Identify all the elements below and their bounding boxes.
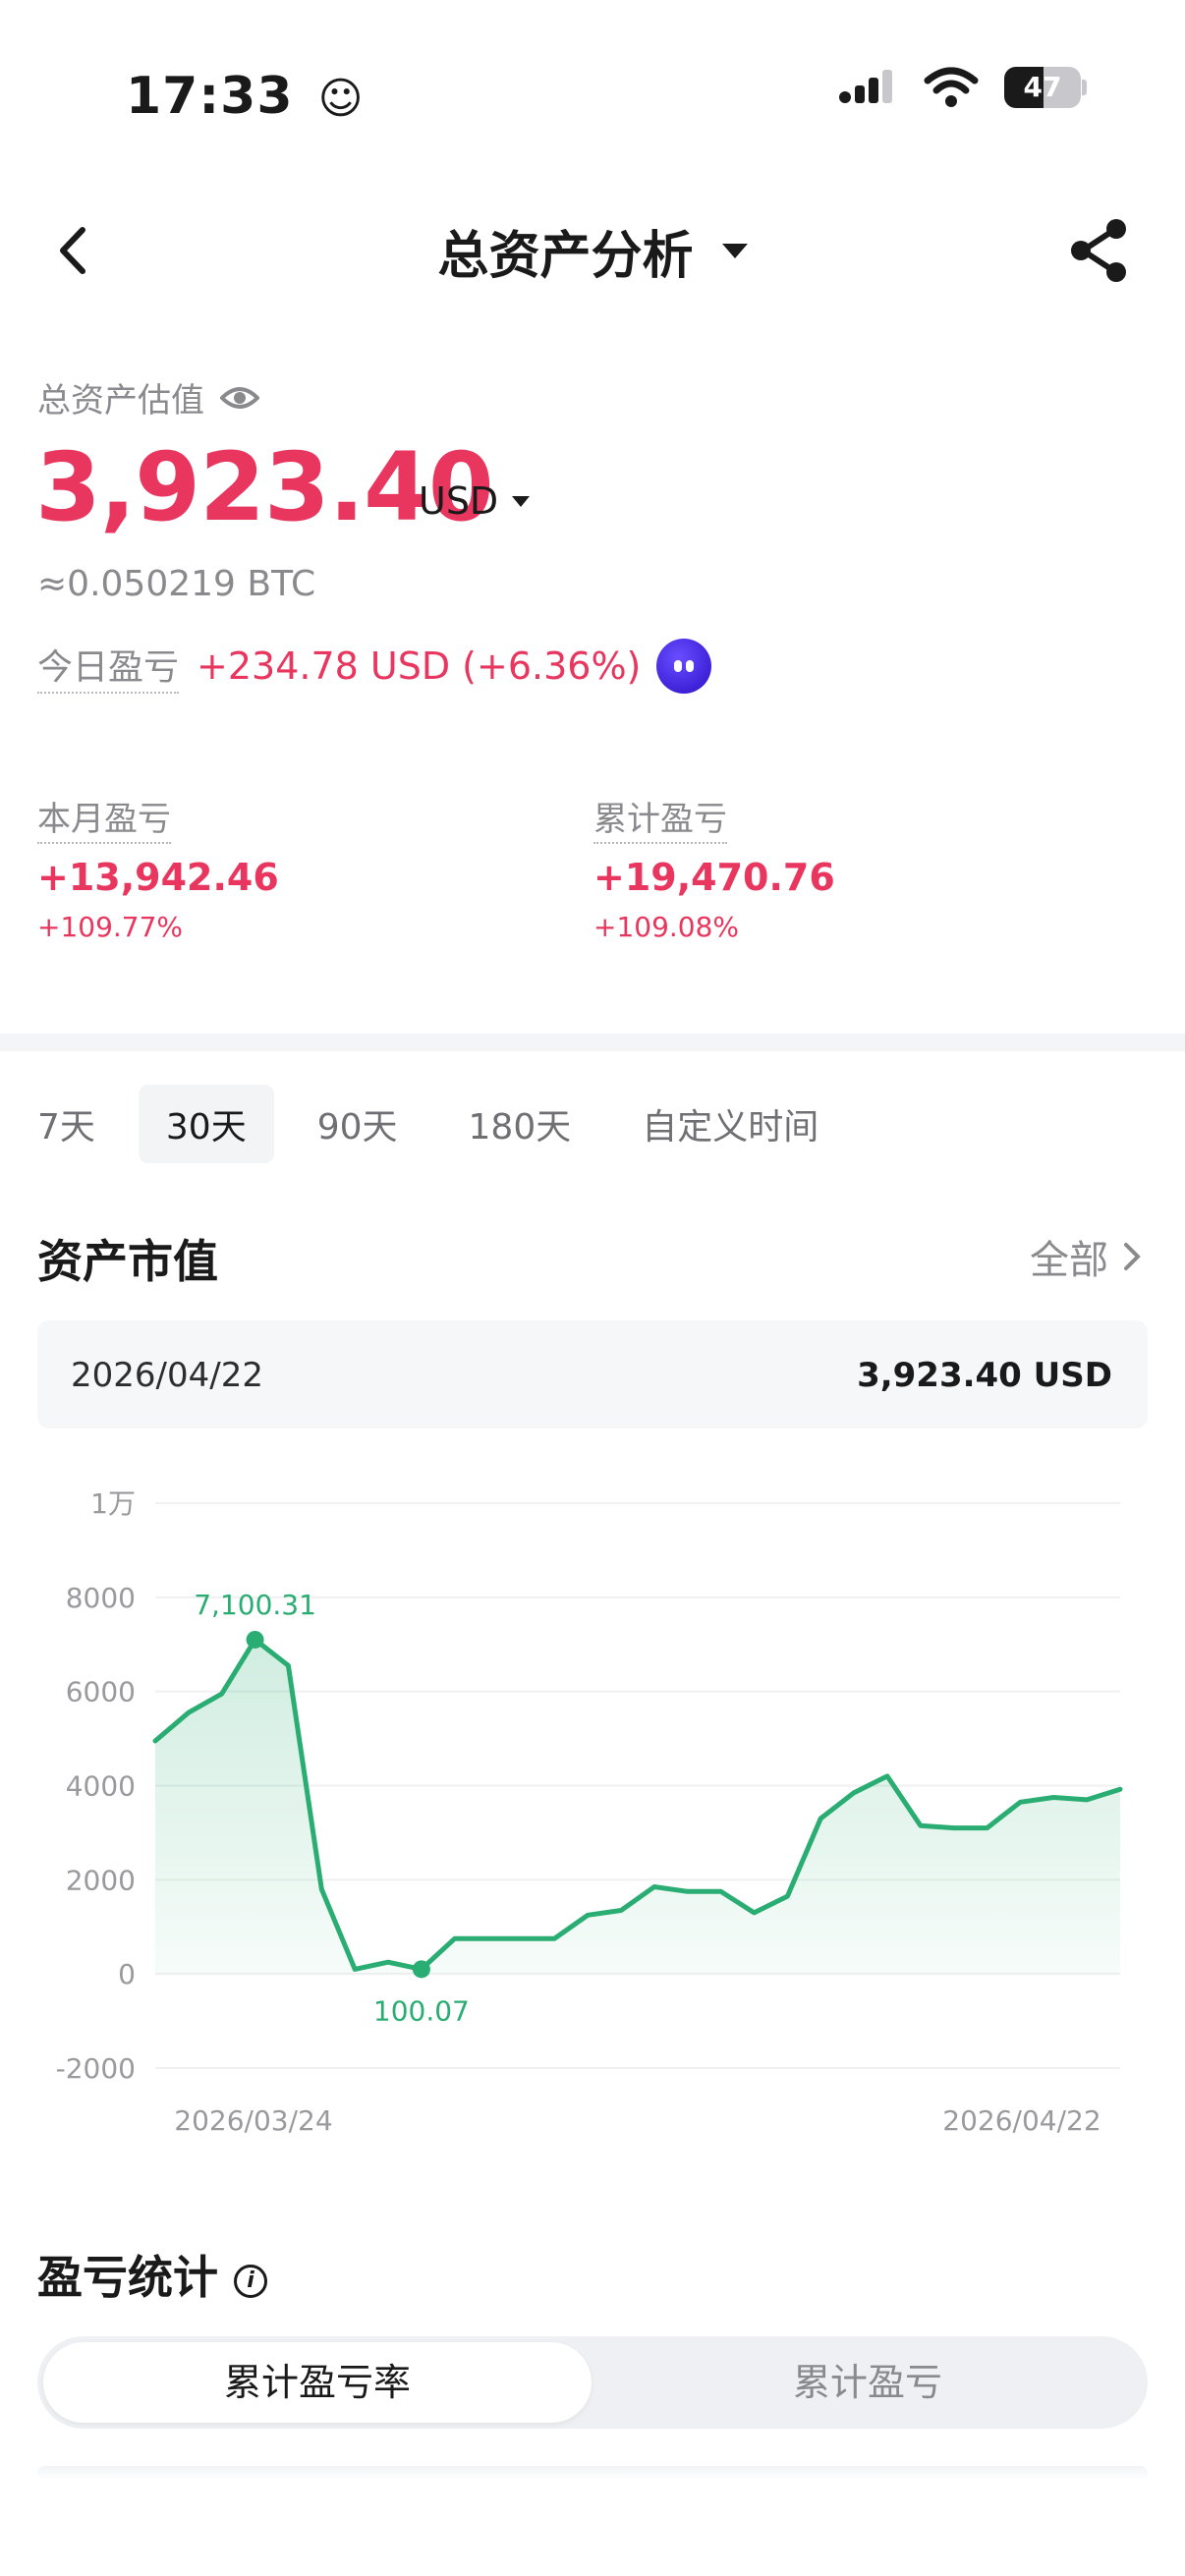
share-icon[interactable] [1065, 216, 1134, 285]
tab-cumulative-amount[interactable]: 累计盈亏 [593, 2342, 1142, 2423]
currency-selector[interactable]: USD [419, 479, 531, 523]
y-tick-label: 0 [118, 1958, 136, 1990]
y-tick-label: 2000 [66, 1864, 136, 1896]
total-pnl-pct: +109.08% [593, 911, 740, 943]
month-pnl: 本月盈亏 +13,942.46 +109.77% [37, 792, 279, 943]
title-dropdown[interactable]: 总资产分析 [0, 214, 1185, 288]
tab-90d[interactable]: 90天 [290, 1085, 425, 1163]
total-pnl: 累计盈亏 +19,470.76 +109.08% [593, 792, 835, 943]
chart-area [155, 1639, 1120, 1975]
tab-custom[interactable]: 自定义时间 [614, 1085, 846, 1163]
x-axis-end-label: 2026/04/22 [942, 2104, 1100, 2137]
tab-30d[interactable]: 30天 [138, 1085, 274, 1163]
max-point-label: 7,100.31 [194, 1589, 316, 1621]
mascot-face-icon[interactable] [656, 639, 712, 694]
tab-cumulative-rate[interactable]: 累计盈亏率 [43, 2342, 592, 2423]
info-icon[interactable]: i [234, 2264, 267, 2298]
tab-180d[interactable]: 180天 [441, 1085, 599, 1163]
page-title: 总资产分析 [437, 227, 694, 286]
y-tick-label: 1万 [90, 1487, 136, 1520]
cellular-signal-icon [839, 70, 892, 103]
caret-down-icon [512, 495, 531, 507]
x-axis-start-label: 2026/03/24 [174, 2104, 332, 2137]
asset-section-title: 资产市值 [37, 1235, 218, 1288]
min-point-label: 100.07 [373, 1994, 470, 2027]
today-pnl: 今日盈亏 +234.78 USD (+6.36%) [37, 639, 712, 694]
tab-7d[interactable]: 7天 [10, 1085, 123, 1163]
status-icons: 47 [837, 67, 1087, 108]
btc-equivalent: ≈0.050219 BTC [37, 564, 316, 604]
section-divider [0, 1034, 1185, 1051]
month-pnl-label[interactable]: 本月盈亏 [37, 792, 171, 844]
y-tick-label: 4000 [66, 1770, 136, 1803]
total-pnl-label[interactable]: 累计盈亏 [593, 792, 727, 844]
asset-value-chart[interactable]: 1万80006000400020000-2000 7,100.31100.07 … [0, 1454, 1185, 2161]
smiley-icon: ☺ [317, 74, 365, 124]
y-tick-label: 8000 [66, 1582, 136, 1614]
all-assets-link[interactable]: 全部 [1030, 1228, 1142, 1285]
wifi-icon [924, 67, 979, 107]
status-time: 17:33 ☺ [126, 67, 365, 126]
total-pnl-value: +19,470.76 [593, 856, 835, 899]
battery-icon: 47 [1004, 67, 1087, 108]
chart-tooltip-row: 2026/04/22 3,923.40 USD [37, 1320, 1148, 1428]
estimate-label: 总资产估值 [37, 373, 259, 421]
pnl-section-title: 盈亏统计 i [37, 2242, 267, 2307]
battery-level: 47 [1023, 71, 1062, 103]
max-point-marker [246, 1630, 264, 1649]
month-pnl-pct: +109.77% [37, 911, 184, 943]
selected-value: 3,923.40 USD [857, 1356, 1112, 1395]
caret-down-icon [721, 244, 748, 258]
today-pnl-value: +234.78 USD (+6.36%) [197, 644, 642, 688]
nav-bar: 总资产分析 [0, 196, 1185, 305]
chevron-right-icon [1124, 1243, 1141, 1270]
eye-icon[interactable] [220, 384, 259, 412]
month-pnl-value: +13,942.46 [37, 856, 279, 899]
range-tabs: 7天 30天 90天 180天 自定义时间 [37, 1085, 846, 1163]
min-point-marker [412, 1960, 430, 1979]
y-tick-label: 6000 [66, 1676, 136, 1708]
status-bar: 17:33 ☺ 47 [0, 0, 1185, 187]
selected-date: 2026/04/22 [71, 1356, 263, 1395]
next-card-edge [37, 2466, 1148, 2480]
today-pnl-label[interactable]: 今日盈亏 [37, 639, 180, 694]
y-tick-label: -2000 [56, 2052, 136, 2085]
pnl-toggle: 累计盈亏率 累计盈亏 [37, 2336, 1148, 2429]
